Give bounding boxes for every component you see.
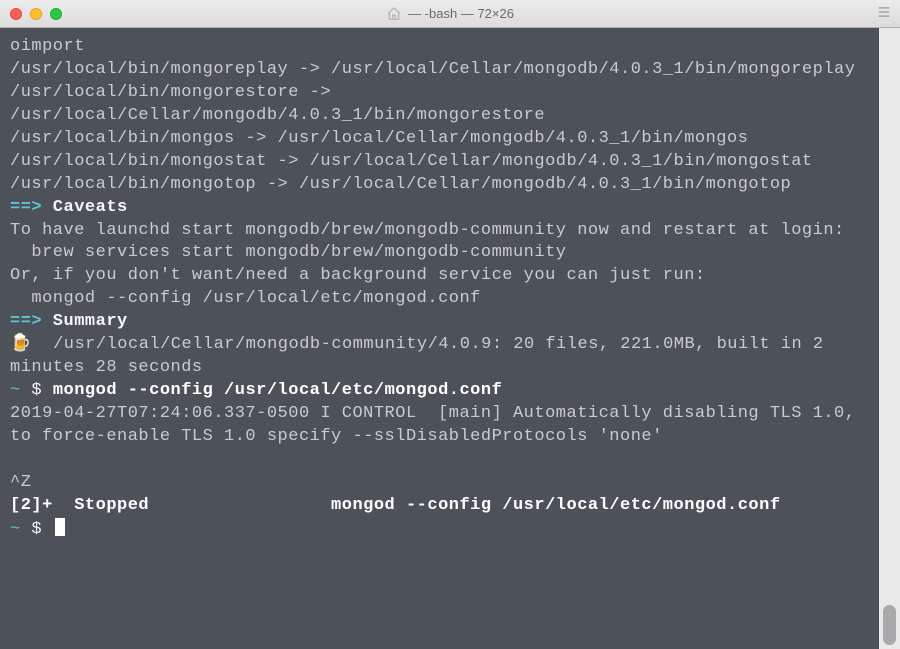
output-line: /usr/local/bin/mongostat -> /usr/local/C… bbox=[10, 151, 869, 174]
prompt-line: ~ $ mongod --config /usr/local/etc/mongo… bbox=[10, 380, 869, 403]
minimize-window-button[interactable] bbox=[30, 8, 42, 20]
section-title: Summary bbox=[42, 312, 128, 331]
terminal-content[interactable]: oimport /usr/local/bin/mongoreplay -> /u… bbox=[0, 28, 879, 649]
section-header: ==> Caveats bbox=[10, 197, 869, 220]
maximize-window-button[interactable] bbox=[50, 8, 62, 20]
output-line: oimport bbox=[10, 36, 869, 59]
output-line: /usr/local/bin/mongotop -> /usr/local/Ce… bbox=[10, 174, 869, 197]
home-icon bbox=[386, 6, 402, 22]
prompt-cwd: ~ bbox=[10, 381, 21, 400]
section-header: ==> Summary bbox=[10, 311, 869, 334]
section-arrow: ==> bbox=[10, 312, 42, 331]
output-line: 🍺 /usr/local/Cellar/mongodb-community/4.… bbox=[10, 334, 869, 380]
output-line: 2019-04-27T07:24:06.337-0500 I CONTROL [… bbox=[10, 403, 869, 449]
prompt-cwd: ~ bbox=[10, 520, 21, 539]
output-line: /usr/local/bin/mongoreplay -> /usr/local… bbox=[10, 59, 869, 82]
menu-icon[interactable] bbox=[876, 5, 892, 19]
scrollbar-track[interactable] bbox=[879, 28, 900, 649]
titlebar[interactable]: — -bash — 72×26 bbox=[0, 0, 900, 28]
section-title: Caveats bbox=[42, 198, 128, 217]
output-line: mongod --config /usr/local/etc/mongod.co… bbox=[10, 288, 869, 311]
terminal-window: — -bash — 72×26 oimport /usr/local/bin/m… bbox=[0, 0, 900, 649]
window-controls bbox=[0, 8, 62, 20]
user-command: mongod --config /usr/local/etc/mongod.co… bbox=[53, 381, 502, 400]
scrollbar-thumb[interactable] bbox=[883, 605, 896, 645]
job-stopped-line: [2]+ Stopped mongod --config /usr/local/… bbox=[10, 495, 869, 518]
blank-line bbox=[10, 449, 869, 472]
window-title-text: — -bash — 72×26 bbox=[408, 6, 514, 21]
output-line: brew services start mongodb/brew/mongodb… bbox=[10, 242, 869, 265]
output-line: To have launchd start mongodb/brew/mongo… bbox=[10, 220, 869, 243]
output-line: /usr/local/bin/mongos -> /usr/local/Cell… bbox=[10, 128, 869, 151]
close-window-button[interactable] bbox=[10, 8, 22, 20]
summary-text: /usr/local/Cellar/mongodb-community/4.0.… bbox=[10, 335, 834, 377]
ctrl-z: ^Z bbox=[10, 472, 869, 495]
output-line: Or, if you don't want/need a background … bbox=[10, 265, 869, 288]
cursor bbox=[55, 518, 65, 536]
beer-icon: 🍺 bbox=[10, 334, 32, 357]
section-arrow: ==> bbox=[10, 198, 42, 217]
prompt-line[interactable]: ~ $ bbox=[10, 518, 869, 542]
prompt-symbol: $ bbox=[21, 520, 53, 539]
prompt-symbol: $ bbox=[21, 381, 53, 400]
output-line: /usr/local/bin/mongorestore -> /usr/loca… bbox=[10, 82, 869, 128]
window-title: — -bash — 72×26 bbox=[0, 6, 900, 22]
